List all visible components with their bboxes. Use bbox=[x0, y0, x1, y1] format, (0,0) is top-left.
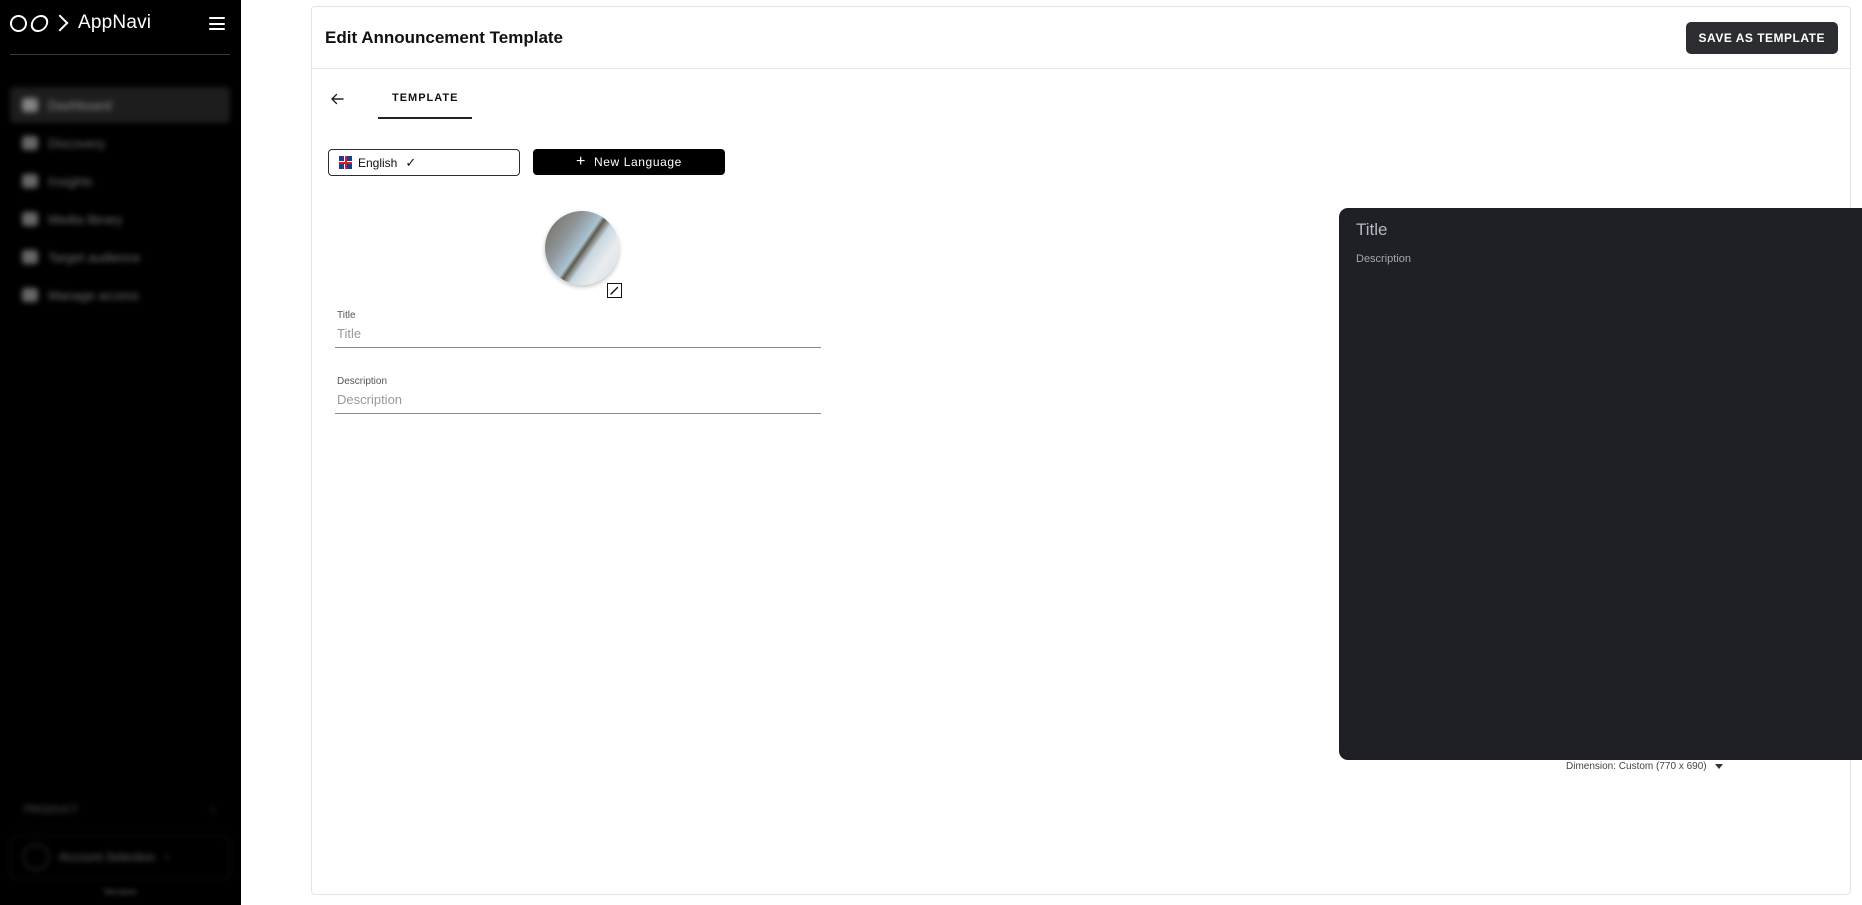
title-field: Title bbox=[335, 310, 821, 348]
version-label: Version bbox=[103, 887, 137, 898]
language-label: English bbox=[358, 155, 398, 170]
grid-icon bbox=[22, 98, 38, 112]
menu-toggle-icon[interactable] bbox=[209, 17, 225, 30]
description-field: Description bbox=[335, 376, 821, 414]
product-add-icon: ○ bbox=[209, 804, 216, 816]
sidebar-item-label: Insights bbox=[48, 173, 93, 189]
account-name: Account Selection bbox=[59, 850, 156, 864]
language-row: English ✓ + New Language bbox=[328, 149, 725, 176]
checkmark-icon: ✓ bbox=[405, 154, 417, 170]
account-selector[interactable]: Account Selection › bbox=[10, 835, 230, 879]
title-input[interactable] bbox=[335, 321, 821, 348]
sidebar-divider bbox=[10, 54, 230, 55]
chevron-right-icon: › bbox=[165, 850, 170, 864]
sidebar-item-label: Dashboard bbox=[48, 97, 112, 113]
tabs-row: TEMPLATE bbox=[324, 79, 473, 119]
arrow-left-icon bbox=[331, 93, 344, 105]
sidebar-item-manage-access[interactable]: Manage access bbox=[10, 277, 230, 313]
sidebar-item-insights[interactable]: Insights bbox=[10, 163, 230, 199]
uk-flag-icon bbox=[339, 156, 352, 169]
pencil-icon bbox=[610, 286, 619, 295]
page-title: Edit Announcement Template bbox=[325, 27, 564, 47]
new-language-button[interactable]: + New Language bbox=[533, 149, 725, 175]
users-icon bbox=[22, 250, 38, 264]
sidebar-item-media-library[interactable]: Media library bbox=[10, 201, 230, 237]
preview-description: Description bbox=[1356, 253, 1412, 265]
sidebar-item-label: Manage access bbox=[48, 287, 140, 303]
search-icon bbox=[22, 136, 38, 150]
chart-icon bbox=[22, 174, 38, 188]
dimension-selector[interactable]: Dimension: Custom (770 x 690) bbox=[1566, 761, 1723, 772]
sidebar-nav: Dashboard Discovery Insights Media libra… bbox=[10, 87, 230, 315]
sidebar: AppNavi Dashboard Discovery Insights Med… bbox=[0, 0, 241, 905]
sidebar-item-dashboard[interactable]: Dashboard bbox=[10, 87, 230, 123]
new-language-label: New Language bbox=[594, 155, 682, 169]
plus-icon: + bbox=[576, 153, 586, 170]
sidebar-item-label: Discovery bbox=[48, 135, 106, 151]
sidebar-item-label: Target audience bbox=[48, 249, 141, 265]
dimension-label: Dimension: Custom (770 x 690) bbox=[1566, 761, 1707, 772]
brand[interactable]: AppNavi bbox=[10, 10, 151, 36]
announcement-image-thumbnail[interactable] bbox=[545, 211, 619, 285]
title-field-label: Title bbox=[337, 310, 356, 321]
product-label: PRODUCT bbox=[24, 804, 79, 816]
sidebar-item-target-audience[interactable]: Target audience bbox=[10, 239, 230, 275]
language-chip-english[interactable]: English ✓ bbox=[328, 149, 520, 176]
main-card: Edit Announcement Template SAVE AS TEMPL… bbox=[311, 6, 1862, 895]
product-selector[interactable]: PRODUCT ○ bbox=[10, 795, 230, 825]
back-arrow-icon[interactable] bbox=[324, 86, 350, 112]
appnavi-logo-icon bbox=[10, 14, 69, 32]
announcement-image bbox=[545, 211, 622, 298]
announcement-preview: Title Description ✕ bbox=[1339, 208, 1862, 760]
sidebar-footer: PRODUCT ○ Account Selection › Version bbox=[10, 795, 230, 905]
image-icon bbox=[22, 212, 38, 226]
description-field-label: Description bbox=[337, 376, 388, 387]
preview-title: Title bbox=[1356, 220, 1388, 239]
caret-down-icon bbox=[1714, 764, 1723, 769]
edit-image-icon[interactable] bbox=[607, 283, 622, 298]
sidebar-item-discovery[interactable]: Discovery bbox=[10, 125, 230, 161]
sidebar-item-label: Media library bbox=[48, 211, 123, 227]
description-input[interactable] bbox=[335, 387, 821, 414]
brand-name: AppNavi bbox=[78, 12, 152, 33]
lock-icon bbox=[22, 288, 38, 302]
avatar bbox=[23, 844, 49, 870]
page-header: Edit Announcement Template SAVE AS TEMPL… bbox=[312, 7, 1850, 69]
tab-template[interactable]: TEMPLATE bbox=[378, 79, 473, 119]
save-as-template-button[interactable]: SAVE AS TEMPLATE bbox=[1685, 21, 1838, 54]
